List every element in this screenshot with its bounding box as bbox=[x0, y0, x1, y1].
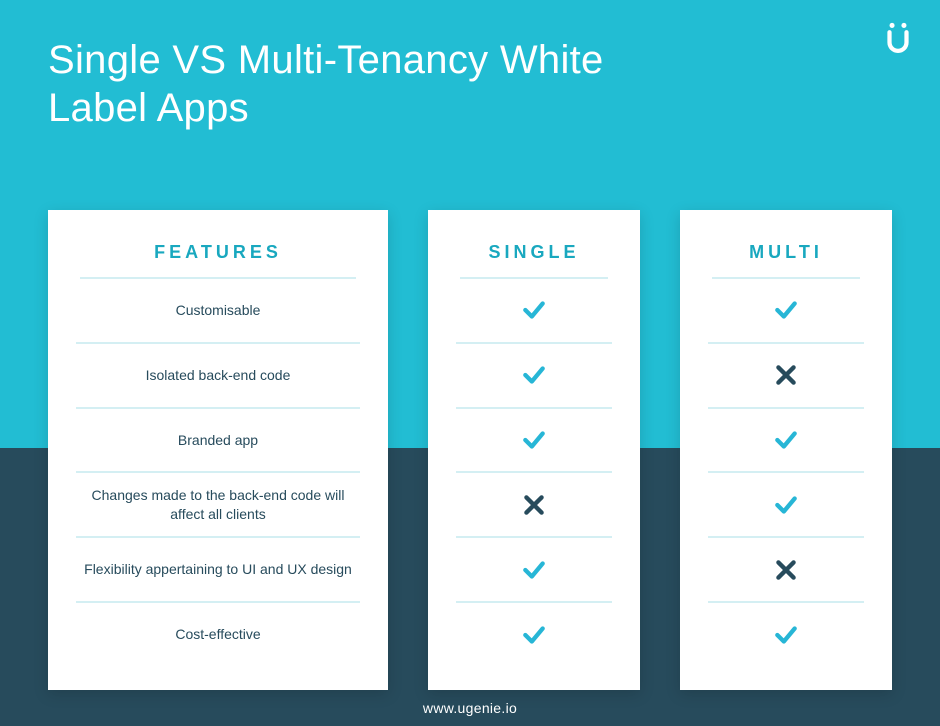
single-cell bbox=[456, 409, 612, 474]
features-column: FEATURES Customisable Isolated back-end … bbox=[48, 210, 388, 690]
check-icon bbox=[773, 622, 799, 648]
multi-cell bbox=[708, 538, 864, 603]
multi-cell bbox=[708, 473, 864, 538]
multi-column: MULTI bbox=[680, 210, 892, 690]
feature-row: Branded app bbox=[76, 409, 360, 474]
multi-cell bbox=[708, 279, 864, 344]
cross-icon bbox=[773, 557, 799, 583]
check-icon bbox=[521, 557, 547, 583]
footer-url: www.ugenie.io bbox=[0, 700, 940, 716]
multi-rows bbox=[708, 279, 864, 666]
multi-cell bbox=[708, 603, 864, 666]
multi-header: MULTI bbox=[708, 242, 864, 277]
feature-row: Changes made to the back-end code will a… bbox=[76, 473, 360, 538]
features-header: FEATURES bbox=[76, 242, 360, 277]
single-column: SINGLE bbox=[428, 210, 640, 690]
check-icon bbox=[521, 297, 547, 323]
feature-row: Customisable bbox=[76, 279, 360, 344]
single-cell bbox=[456, 603, 612, 666]
check-icon bbox=[773, 297, 799, 323]
feature-row: Flexibility appertaining to UI and UX de… bbox=[76, 538, 360, 603]
cross-icon bbox=[521, 492, 547, 518]
brand-logo-icon bbox=[884, 22, 912, 56]
features-rows: Customisable Isolated back-end code Bran… bbox=[76, 279, 360, 666]
single-cell bbox=[456, 279, 612, 344]
single-cell bbox=[456, 473, 612, 538]
check-icon bbox=[773, 427, 799, 453]
single-header: SINGLE bbox=[456, 242, 612, 277]
single-cell bbox=[456, 538, 612, 603]
check-icon bbox=[521, 362, 547, 388]
check-icon bbox=[521, 427, 547, 453]
comparison-table: FEATURES Customisable Isolated back-end … bbox=[48, 210, 892, 690]
multi-cell bbox=[708, 409, 864, 474]
page-title: Single VS Multi-Tenancy White Label Apps bbox=[48, 36, 698, 132]
cross-icon bbox=[773, 362, 799, 388]
feature-row: Cost-effective bbox=[76, 603, 360, 666]
check-icon bbox=[521, 622, 547, 648]
single-rows bbox=[456, 279, 612, 666]
check-icon bbox=[773, 492, 799, 518]
multi-cell bbox=[708, 344, 864, 409]
feature-row: Isolated back-end code bbox=[76, 344, 360, 409]
single-cell bbox=[456, 344, 612, 409]
